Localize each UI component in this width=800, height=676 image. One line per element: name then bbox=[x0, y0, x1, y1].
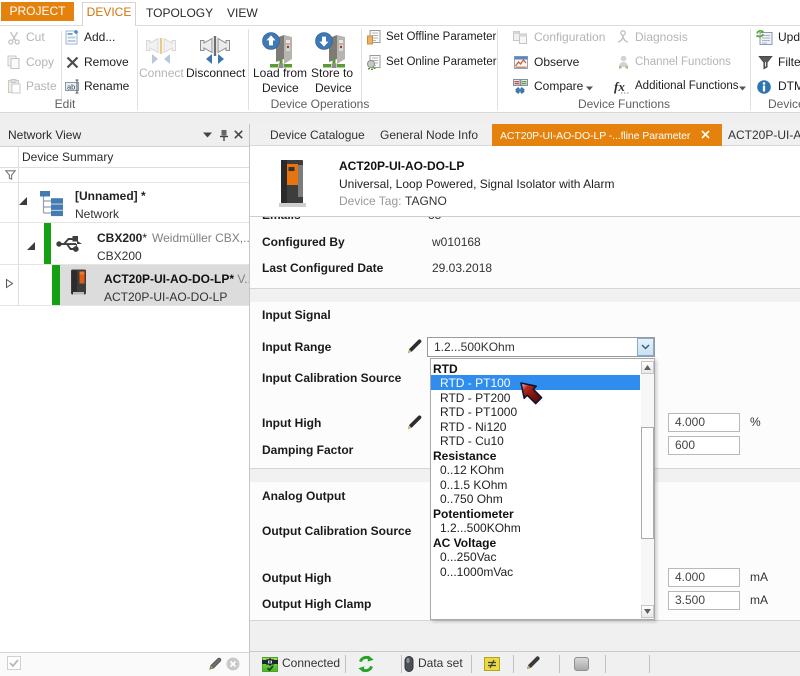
svg-text:ab: ab bbox=[67, 83, 75, 92]
svg-text:fx: fx bbox=[614, 79, 625, 94]
